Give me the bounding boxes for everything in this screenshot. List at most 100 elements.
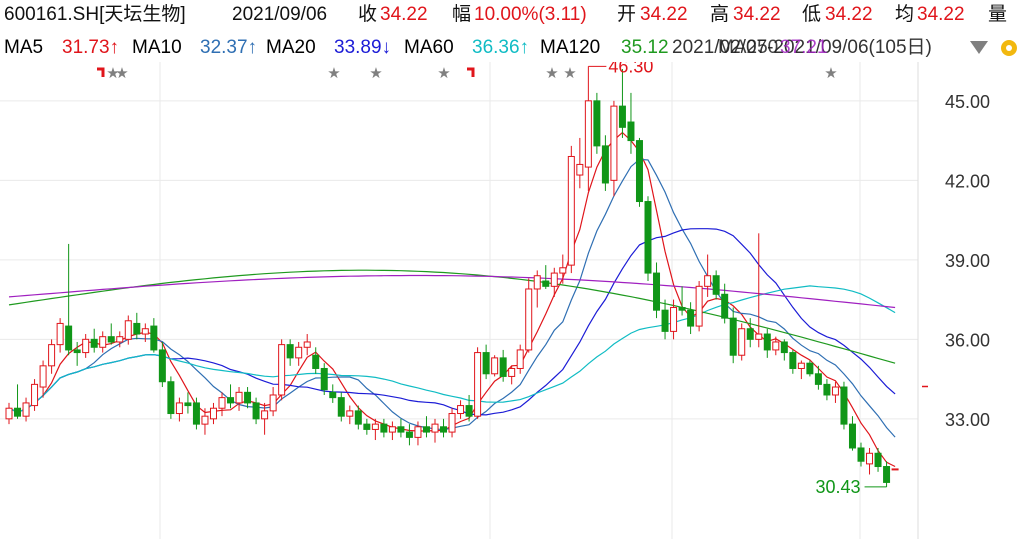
candle-body — [542, 280, 550, 287]
candle — [278, 339, 286, 401]
candle — [48, 339, 56, 374]
candle-body — [789, 352, 797, 369]
candle-body — [465, 405, 473, 417]
candle — [584, 66, 592, 191]
ma10-label: MA10 — [132, 37, 182, 58]
candle — [567, 145, 575, 274]
candle — [789, 349, 797, 374]
candle-body — [576, 163, 584, 176]
candle — [218, 392, 226, 417]
candle — [627, 92, 635, 154]
low-annotation-label: 30.43 — [816, 477, 861, 497]
candle-body — [312, 354, 320, 369]
candle-body — [695, 285, 703, 327]
candle-body — [474, 352, 482, 417]
grid — [0, 62, 919, 539]
candle-body — [124, 320, 132, 340]
candle-body — [840, 386, 848, 425]
candle-body — [244, 391, 252, 404]
candle-body — [772, 341, 780, 351]
candle-body — [14, 407, 22, 417]
candle-body — [363, 423, 371, 430]
candle — [729, 307, 737, 364]
candle-body — [857, 447, 865, 462]
candle-body — [746, 328, 754, 340]
candle-body — [201, 415, 209, 425]
candle-body — [31, 383, 39, 407]
candle — [312, 347, 320, 374]
candle — [431, 418, 439, 443]
candle-body — [516, 349, 524, 369]
chevron-down-icon[interactable] — [968, 38, 990, 56]
candle-body — [90, 338, 98, 348]
event-markers: ★★ ★ ★ ★ ★ ★ ★ — [97, 64, 838, 82]
close-label: 收 — [358, 4, 378, 25]
candle-body — [278, 344, 286, 396]
ma250-value: 37.21 — [780, 37, 828, 58]
candle — [90, 328, 98, 353]
candle-body — [73, 349, 81, 354]
candle — [269, 387, 277, 417]
ma120-line — [8, 269, 896, 364]
high-value: 34.22 — [733, 4, 781, 25]
candle-body — [252, 402, 260, 420]
stock-code: 600161.SH[天坛生物] — [4, 4, 186, 25]
candle-body — [371, 423, 379, 430]
candle — [286, 339, 294, 366]
candle-body — [175, 402, 183, 415]
candle-body — [414, 426, 422, 438]
candle — [303, 334, 311, 356]
candle — [618, 69, 626, 138]
candle — [107, 323, 115, 345]
candle — [866, 447, 874, 475]
low-label: 低 — [802, 4, 822, 25]
candle — [380, 418, 388, 438]
candles — [5, 66, 899, 487]
candle-body — [721, 293, 729, 319]
candle-body — [397, 426, 405, 433]
avg-value: 34.22 — [917, 4, 965, 25]
candle-body — [601, 145, 609, 184]
ma20-value: 33.89↓ — [334, 37, 392, 58]
y-axis: 33.00 36.00 39.00 42.00 45.00 — [945, 92, 990, 430]
candle — [738, 323, 746, 361]
candle — [661, 299, 669, 340]
y-tick-label: 36.00 — [945, 330, 990, 350]
candle-body — [653, 272, 661, 311]
ma20-line — [8, 228, 896, 416]
candle-body — [405, 431, 413, 438]
candle-body — [550, 272, 558, 287]
change-label: 幅 — [452, 4, 472, 25]
candle-body — [158, 349, 166, 383]
candle-body — [670, 307, 678, 332]
candlestick-chart: 33.0036.0039.0042.0045.00 ★★ ★ ★ ★ ★ ★ ★ 46.30… — [0, 62, 990, 539]
star-marker-icon: ★ — [824, 64, 837, 82]
candle — [823, 379, 831, 401]
candle-body — [218, 397, 226, 409]
candle — [542, 265, 550, 289]
candle-body — [431, 423, 439, 433]
candle-body — [235, 391, 243, 404]
candle — [363, 418, 371, 435]
settings-icon[interactable] — [998, 38, 1020, 58]
candle-body — [354, 410, 362, 425]
candle — [209, 402, 217, 425]
candle — [610, 100, 618, 197]
candle — [593, 92, 601, 154]
candle-body — [261, 410, 269, 420]
candle-body — [422, 426, 430, 433]
candle-body — [141, 328, 149, 335]
candle-body — [150, 325, 158, 351]
candle-body — [712, 275, 720, 295]
candle-body — [448, 413, 456, 433]
avg-label: 均 — [895, 4, 915, 25]
candle — [465, 394, 473, 422]
candle-body — [457, 405, 465, 415]
candle-body — [56, 322, 64, 346]
candle — [763, 328, 771, 358]
ma-legend-bar: MA5 31.73↑ MA10 32.37↑ MA20 33.89↓ MA60 … — [0, 34, 1031, 62]
ma20-label: MA20 — [266, 37, 316, 58]
candle-body — [65, 325, 73, 351]
candle-body — [618, 105, 626, 128]
candle-body — [755, 333, 763, 340]
